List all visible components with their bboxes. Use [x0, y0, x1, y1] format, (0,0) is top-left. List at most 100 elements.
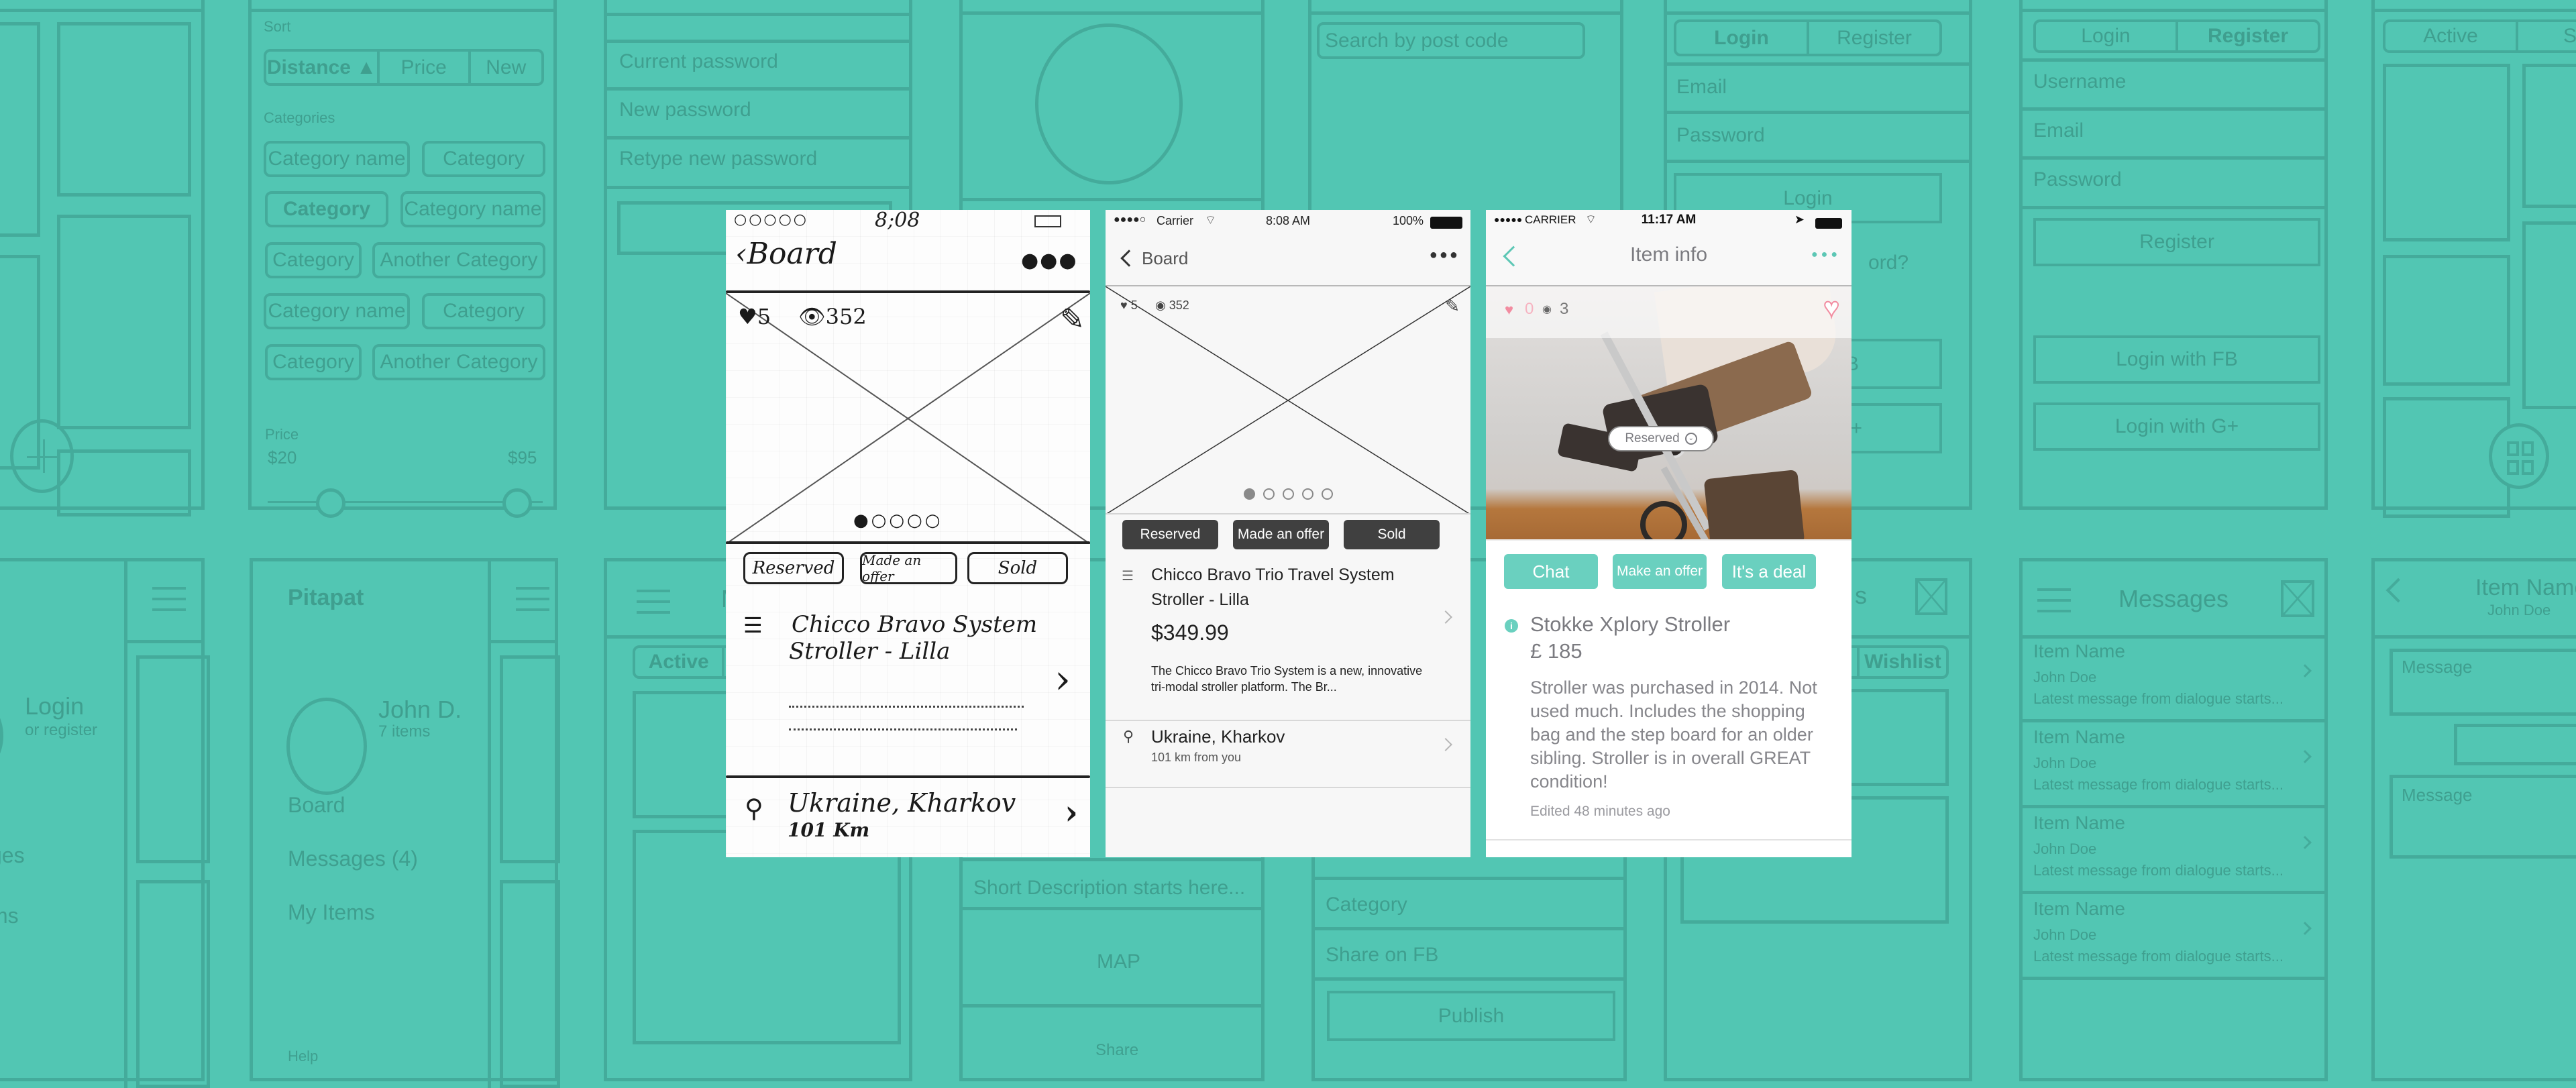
category-chip: Another Category — [372, 344, 545, 380]
list-icon: ☰ — [1122, 569, 1134, 584]
views-count: 👁︎352 — [798, 304, 867, 329]
menu-item-messages: Messages (4) — [288, 847, 418, 871]
chevron-right-icon — [2298, 836, 2312, 849]
message-text: Message — [2402, 785, 2473, 805]
message-user: John Doe — [2033, 926, 2097, 943]
made-offer-button[interactable]: Made an offer — [860, 552, 957, 584]
more-icon[interactable]: ●●● — [1430, 248, 1460, 263]
carousel-dot[interactable] — [1263, 488, 1275, 500]
tab-register: Register — [2207, 25, 2289, 47]
message-user: John Doe — [2033, 669, 2097, 686]
chevron-right-icon[interactable]: › — [1065, 792, 1078, 832]
bg-register-screen: Login Register Username Email Password R… — [2019, 0, 2328, 510]
divider — [0, 9, 201, 12]
price-slider-handle-max — [502, 488, 532, 518]
carousel-dot[interactable] — [1282, 488, 1294, 500]
bg-filter-screen: Sort Distance ▲ Price New Categories Cat… — [248, 0, 557, 518]
edit-icon[interactable]: ✎ — [1060, 303, 1085, 337]
item-title[interactable]: Chicco Bravo Trio Travel System Stroller… — [1151, 563, 1433, 612]
item-photo[interactable]: ♥ 0 ◉ 3 ♥ Reserved ⌄ — [1486, 286, 1851, 539]
search-by-post-code-input: Search by post code — [1317, 22, 1585, 59]
description-scribble — [789, 698, 1024, 708]
category-chip: Category name — [264, 293, 410, 329]
message-item-name: Item Name — [2033, 641, 2125, 661]
register-link: or register — [25, 721, 98, 739]
message-user: John Doe — [2033, 755, 2097, 771]
message-item-name: Item Name — [2033, 812, 2125, 833]
price-label: Price — [265, 426, 299, 443]
more-icon[interactable]: ●●● — [1811, 249, 1841, 261]
menu-item-help: Help — [288, 1048, 319, 1065]
message-preview: Latest message from dialogue starts... — [2033, 948, 2284, 965]
username-field: Username — [2033, 70, 2127, 93]
chevron-right-icon — [2298, 922, 2312, 935]
chevron-right-icon[interactable] — [1439, 738, 1452, 751]
category-chip: Category — [265, 344, 362, 380]
share-fb-row: Share on FB — [1326, 944, 1439, 966]
item-title-line1: Chicco Bravo System — [792, 611, 1038, 638]
categories-label: Categories — [264, 109, 335, 126]
chevron-right-icon[interactable] — [1439, 610, 1452, 624]
price-min: $20 — [268, 447, 297, 468]
battery-icon — [1430, 217, 1462, 229]
grid-tile — [57, 449, 191, 516]
login-fb-button: Login with FB — [2033, 335, 2320, 384]
eye-icon: ◉ — [1542, 304, 1552, 315]
back-button[interactable]: Board — [1120, 245, 1188, 272]
bg-grid-screen — [0, 0, 205, 516]
its-a-deal-button[interactable]: It's a deal — [1722, 554, 1816, 589]
bg-menu-partial-screen: t Login or register ges ms — [0, 558, 210, 1088]
screen-title: s — [1855, 582, 1867, 609]
sort-label: Sort — [264, 18, 291, 35]
edit-pencil-icon[interactable]: ✎ — [1445, 296, 1460, 317]
carousel-dot[interactable] — [1301, 488, 1313, 500]
carousel-dots[interactable] — [1106, 488, 1470, 500]
made-offer-button[interactable]: Made an offer — [1233, 520, 1329, 549]
menu-item-my-items: My Items — [288, 900, 375, 924]
reserved-button[interactable]: Reserved — [1122, 520, 1218, 549]
wireframe-screen: ●●●●○ Carrier ⌔ 8:08 AM 100% Board ●●● ♥… — [1106, 210, 1470, 857]
sort-segment: Distance ▲ Price New — [264, 49, 544, 86]
item-name: Stokke Xplory Stroller — [1530, 612, 1731, 636]
message-item-name: Item Name — [2033, 726, 2125, 747]
login-gplus-button: Login with G+ — [2033, 402, 2320, 451]
edited-timestamp: Edited 48 minutes ago — [1530, 804, 1670, 819]
chevron-right-icon[interactable]: › — [1055, 656, 1071, 703]
category-chip: Category — [422, 293, 545, 329]
chevron-left-icon — [1120, 250, 1138, 267]
grid-tile — [57, 215, 191, 429]
login-register-tabs: Login Register — [2033, 19, 2320, 53]
password-field: Password — [2033, 168, 2122, 191]
reserved-button[interactable]: Reserved — [743, 552, 844, 584]
chat-button[interactable]: Chat — [1504, 554, 1598, 589]
share-button: Share — [1095, 1041, 1139, 1059]
user-name: John D. — [378, 696, 462, 723]
tab-sold: Sold — [2563, 25, 2576, 47]
sold-button[interactable]: Sold — [967, 552, 1068, 584]
battery-icon — [1034, 215, 1061, 227]
make-offer-button[interactable]: Make an offer — [1613, 554, 1707, 589]
back-button[interactable]: ‹Board — [735, 237, 837, 271]
plus-icon-v — [43, 439, 45, 473]
sort-distance: Distance ▲ — [266, 52, 380, 83]
tab-login: Login — [2036, 22, 2178, 50]
menu-item: ges — [0, 843, 25, 867]
location-pin-icon: ⚲ — [745, 794, 763, 823]
clock-icon: ⌄ — [1684, 433, 1697, 445]
carousel-dot-active[interactable] — [1243, 488, 1255, 500]
location-pin-icon: ⚲ — [1123, 728, 1134, 745]
category-chip: Category — [265, 191, 388, 227]
favorite-heart-icon[interactable]: ♥ — [1823, 292, 1840, 323]
carousel-dot[interactable] — [1321, 488, 1333, 500]
forgot-password-link: ord? — [1868, 252, 1909, 274]
email-field: Email — [1676, 76, 1727, 98]
sold-button[interactable]: Sold — [1344, 520, 1440, 549]
likes-heart-icon: ♥ — [1505, 301, 1514, 318]
grid-tile — [57, 22, 191, 197]
carousel-dots[interactable]: ●○○○○ — [853, 510, 943, 531]
grid-tile — [0, 22, 40, 237]
message-item-name: Item Name — [2033, 898, 2125, 919]
more-icon[interactable]: ●●● — [1021, 249, 1078, 272]
app-title: Pitapat — [288, 585, 364, 610]
price-slider-track — [268, 501, 543, 503]
